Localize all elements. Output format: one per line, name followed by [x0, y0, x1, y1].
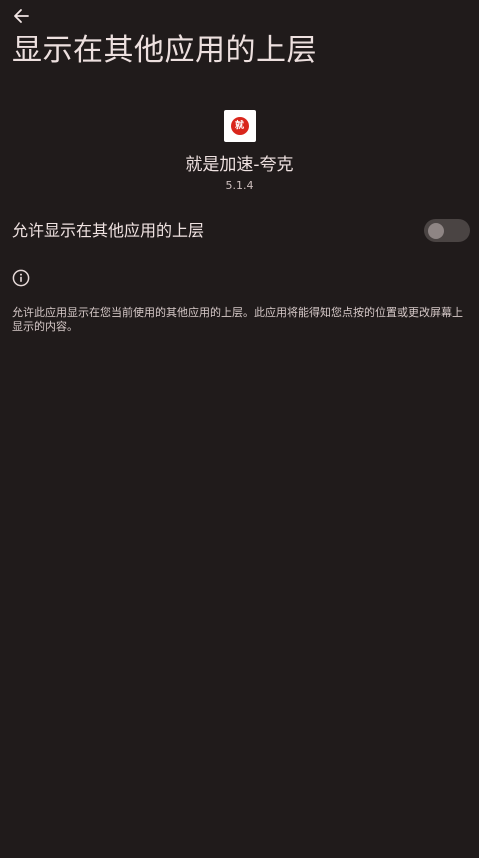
- setting-label: 允许显示在其他应用的上层: [12, 221, 205, 240]
- info-icon: [12, 269, 30, 287]
- app-name: 就是加速-夸克: [185, 155, 294, 175]
- app-logo-badge: 就: [230, 117, 249, 135]
- arrow-back-icon: [14, 9, 29, 23]
- allow-overlay-setting-row[interactable]: 允许显示在其他应用的上层: [0, 210, 479, 252]
- app-version: 5.1.4: [225, 179, 254, 192]
- app-header: 就 就是加速-夸克 5.1.4: [0, 110, 479, 193]
- back-button[interactable]: [8, 4, 34, 28]
- switch-thumb: [428, 222, 444, 239]
- app-logo-icon: 就: [223, 110, 256, 142]
- permission-description: 允许此应用显示在您当前使用的其他应用的上层。此应用将能得知您点按的位置或更改屏幕…: [12, 306, 463, 333]
- allow-overlay-switch[interactable]: [424, 219, 470, 242]
- screen: 显示在其他应用的上层 就 就是加速-夸克 5.1.4 允许显示在其他应用的上层 …: [0, 0, 479, 858]
- page-title: 显示在其他应用的上层: [12, 33, 317, 68]
